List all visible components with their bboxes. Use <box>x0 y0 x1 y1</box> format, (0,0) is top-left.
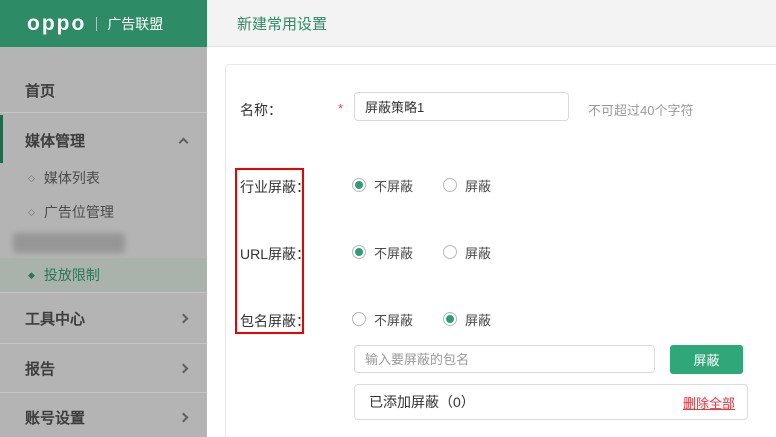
sidebar-item-label: 工具中心 <box>25 310 86 328</box>
radio-label[interactable]: 屏蔽 <box>465 243 491 262</box>
diamond-outline-icon: ◇ <box>28 206 35 217</box>
industry-block-label: 行业屏蔽： <box>240 179 310 195</box>
sidebar-item-label: 广告位管理 <box>43 204 114 220</box>
brand-divider <box>96 16 98 31</box>
diamond-outline-icon: ◇ <box>28 172 35 183</box>
radio-no-block-checked[interactable] <box>352 245 366 259</box>
chevron-right-icon <box>178 313 189 323</box>
industry-block-radio-group: 不屏蔽 屏蔽 <box>352 176 491 194</box>
package-block-label: 包名屏蔽： <box>240 313 310 329</box>
radio-no-block[interactable] <box>352 312 366 326</box>
radio-no-block-checked[interactable] <box>352 178 366 192</box>
form-card: 名称： * 不可超过40个字符 行业屏蔽： 不屏蔽 屏蔽 URL屏蔽： 不屏蔽 … <box>225 64 776 437</box>
sidebar-item-label: 投放限制 <box>43 267 100 283</box>
topbar: 新建常用设置 <box>207 0 776 47</box>
radio-label[interactable]: 不屏蔽 <box>374 176 413 195</box>
sidebar-divider <box>0 343 207 344</box>
package-name-input[interactable] <box>354 345 655 373</box>
delete-all-link[interactable]: 删除全部 <box>683 393 735 412</box>
sidebar-item-media-list[interactable]: ◇ 媒体列表 <box>0 161 207 195</box>
brand-header: oppo 广告联盟 <box>0 0 207 47</box>
main-content: 名称： * 不可超过40个字符 行业屏蔽： 不屏蔽 屏蔽 URL屏蔽： 不屏蔽 … <box>207 47 776 437</box>
name-label: 名称： <box>240 102 282 118</box>
diamond-filled-icon: ◆ <box>28 269 35 280</box>
app-window: oppo 广告联盟 新建常用设置 首页 媒体管理 ◇ 媒体列表 ◇ 广告位管理 … <box>0 0 776 437</box>
block-button[interactable]: 屏蔽 <box>670 345 743 374</box>
package-block-radio-group: 不屏蔽 屏蔽 <box>352 310 491 328</box>
required-asterisk: * <box>338 101 344 116</box>
radio-block[interactable] <box>443 245 458 259</box>
radio-label[interactable]: 屏蔽 <box>465 176 491 195</box>
name-input[interactable] <box>354 92 569 121</box>
added-blocks-count: 已添加屏蔽（0） <box>369 394 475 410</box>
sidebar-item-label: 报告 <box>25 360 56 378</box>
sidebar-item-report[interactable]: 报告 <box>0 351 207 385</box>
sidebar-item-tools-center[interactable]: 工具中心 <box>0 301 207 335</box>
sidebar: 首页 媒体管理 ◇ 媒体列表 ◇ 广告位管理 ◆ 投放限制 工具中心 报告 账号… <box>0 47 207 437</box>
chevron-up-icon <box>178 137 189 147</box>
sidebar-divider <box>0 292 207 293</box>
radio-label[interactable]: 屏蔽 <box>465 310 491 329</box>
sidebar-item-label: 首页 <box>25 82 56 100</box>
redacted-text <box>13 233 125 253</box>
sidebar-item-home[interactable]: 首页 <box>0 73 207 107</box>
radio-block[interactable] <box>443 178 458 192</box>
url-block-radio-group: 不屏蔽 屏蔽 <box>352 243 491 261</box>
radio-block-checked[interactable] <box>443 312 458 326</box>
brand-product-name: 广告联盟 <box>107 15 164 32</box>
oppo-logo: oppo <box>27 12 87 35</box>
page-title: 新建常用设置 <box>237 15 328 33</box>
sidebar-item-label: 媒体列表 <box>43 170 100 186</box>
sidebar-item-label: 媒体管理 <box>25 132 86 150</box>
radio-label[interactable]: 不屏蔽 <box>374 243 413 262</box>
name-length-hint: 不可超过40个字符 <box>588 103 694 118</box>
chevron-right-icon <box>178 412 189 422</box>
radio-label[interactable]: 不屏蔽 <box>374 310 413 329</box>
sidebar-divider <box>0 392 207 393</box>
sidebar-item-label: 账号设置 <box>25 409 86 427</box>
url-block-label: URL屏蔽： <box>240 246 311 262</box>
sidebar-divider <box>0 112 207 113</box>
sidebar-item-media-management[interactable]: 媒体管理 <box>0 123 207 157</box>
added-blocks-panel: 已添加屏蔽（0） 删除全部 <box>354 384 748 420</box>
sidebar-item-ad-slot-management[interactable]: ◇ 广告位管理 <box>0 195 207 229</box>
sidebar-item-account-settings[interactable]: 账号设置 <box>0 400 207 434</box>
sidebar-item-delivery-restriction[interactable]: ◆ 投放限制 <box>0 258 207 292</box>
chevron-right-icon <box>178 363 189 373</box>
